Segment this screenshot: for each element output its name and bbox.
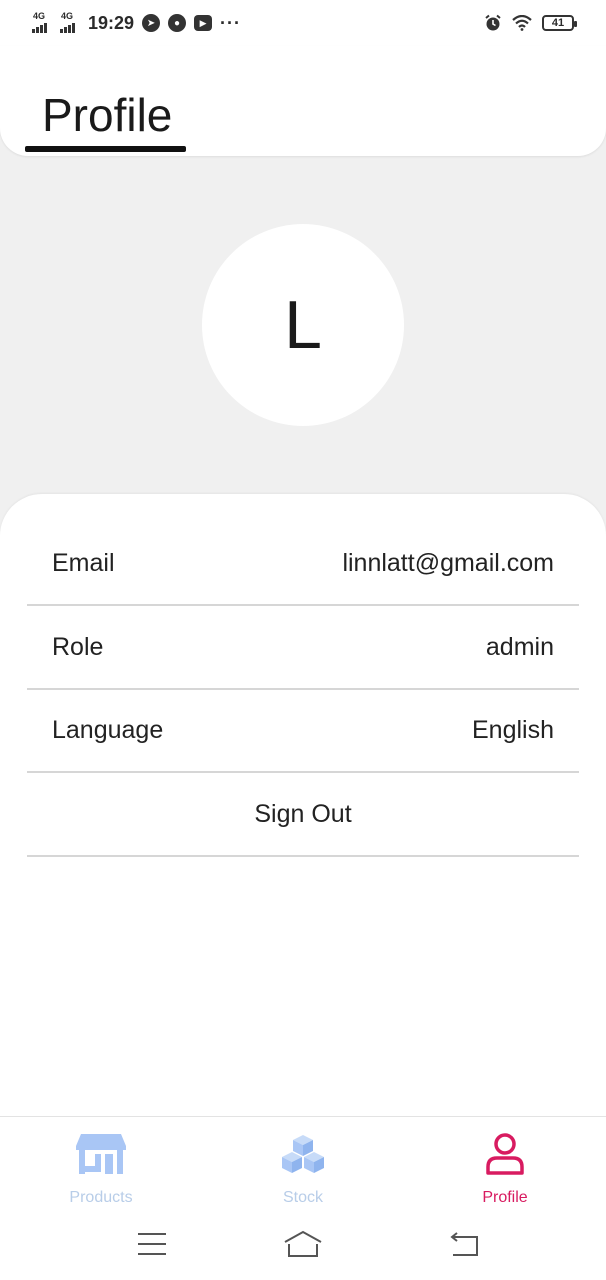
profile-card: Email linnlatt@gmail.com Role admin Lang… <box>0 494 606 1116</box>
email-label: Email <box>52 548 115 577</box>
alarm-icon <box>485 14 501 31</box>
more-notifications-icon: ··· <box>220 12 242 33</box>
clock: 19:29 <box>88 12 135 33</box>
nav-label-stock: Stock <box>282 1189 323 1206</box>
wifi-icon <box>512 15 532 31</box>
role-row: Role admin <box>27 606 579 690</box>
status-right: 41 <box>484 14 577 32</box>
avatar-initial: L <box>284 287 322 363</box>
network-type-label: 4G <box>33 11 46 21</box>
language-value: English <box>472 715 554 744</box>
battery-icon: 41 <box>542 15 577 31</box>
sign-out-label: Sign Out <box>254 799 352 828</box>
signal-icon-2: 4G <box>60 11 80 33</box>
bottom-nav: Products Stock Profile <box>0 1116 606 1216</box>
home-icon[interactable] <box>283 1228 323 1260</box>
email-value: linnlatt@gmail.com <box>342 548 554 577</box>
network-type-label-2: 4G <box>61 11 74 21</box>
role-value: admin <box>485 632 554 661</box>
nav-item-stock[interactable]: Stock <box>202 1117 404 1216</box>
back-icon[interactable] <box>444 1228 484 1260</box>
person-icon <box>479 1131 531 1177</box>
app-header: Profile <box>0 46 606 156</box>
nav-label-products: Products <box>69 1189 133 1206</box>
status-left: 4G 4G 19:29 ➤ ● ▶ ··· <box>32 11 242 34</box>
status-bar: 4G 4G 19:29 ➤ ● ▶ ··· 41 <box>0 0 606 46</box>
title-underline <box>25 146 186 152</box>
nav-item-products[interactable]: Products <box>0 1117 202 1216</box>
nav-label-profile: Profile <box>482 1189 528 1206</box>
avatar: L <box>202 224 404 426</box>
cubes-icon <box>277 1131 329 1177</box>
battery-level: 41 <box>551 17 565 29</box>
chat-bubble-icon: ● <box>168 14 187 32</box>
system-nav-bar <box>0 1216 606 1280</box>
signal-icon: 4G <box>32 11 52 33</box>
language-row[interactable]: Language English <box>27 689 579 773</box>
menu-icon[interactable] <box>132 1228 172 1260</box>
sign-out-button[interactable]: Sign Out <box>27 773 579 857</box>
store-icon <box>75 1131 127 1177</box>
email-row: Email linnlatt@gmail.com <box>27 522 579 606</box>
page-title: Profile <box>42 89 173 141</box>
telegram-icon: ➤ <box>142 14 161 32</box>
language-label: Language <box>52 715 164 744</box>
screen: 4G 4G 19:29 ➤ ● ▶ ··· 41 Profile L Email… <box>0 0 606 1280</box>
nav-item-profile[interactable]: Profile <box>404 1117 606 1216</box>
youtube-icon: ▶ <box>194 15 213 31</box>
role-label: Role <box>52 632 104 661</box>
